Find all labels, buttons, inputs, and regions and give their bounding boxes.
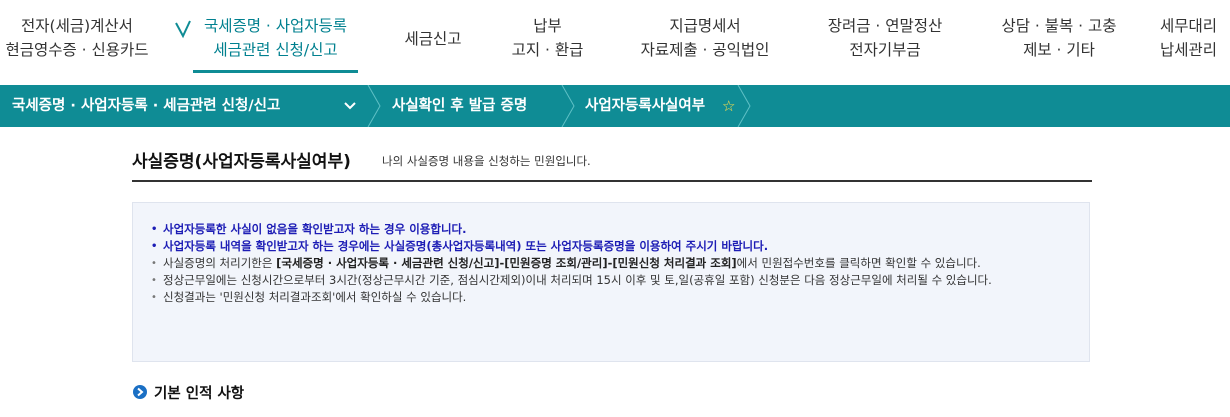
section-arrow-icon	[133, 385, 147, 399]
menu-item-line: 전자(세금)계산서	[21, 17, 133, 35]
menu-item-line: 세금관련 신청/신고	[213, 41, 338, 59]
notice-path: [국세증명 · 사업자등록 · 세금관련 신청/신고]-[민원증명 조회/관리]…	[276, 256, 737, 270]
notice-item: 사업자등록한 사실이 없음을 확인받고자 하는 경우 이용합니다.	[151, 221, 1071, 238]
menu-item-line: 전자기부금	[849, 41, 921, 59]
breadcrumb-item-subcategory[interactable]: 사실확인 후 발급 증명	[392, 85, 527, 127]
menu-item-line: 고지 · 환급	[511, 41, 584, 59]
breadcrumb-separator-icon	[737, 85, 751, 127]
menu-item-line: 제보 · 기타	[1023, 41, 1095, 59]
notice-text: 사실증명의 처리기한은	[163, 256, 277, 270]
notice-box: 사업자등록한 사실이 없음을 확인받고자 하는 경우 이용합니다. 사업자등록 …	[132, 202, 1090, 362]
chevron-down-icon[interactable]	[343, 99, 357, 113]
menu-item-line: 지급명세서	[669, 17, 741, 35]
active-check-icon	[175, 20, 191, 39]
menu-item-line: 국세증명 · 사업자등록	[203, 17, 348, 35]
notice-item: 정상근무일에는 신청시간으로부터 3시간(정상근무시간 기준, 점심시간제외)이…	[151, 272, 1071, 289]
menu-item-tax-return[interactable]: 세금신고	[393, 27, 473, 51]
menu-item-line: 자료제출 · 공익법인	[640, 41, 770, 59]
notice-item: 신청결과는 '민원신청 처리결과조회'에서 확인하실 수 있습니다.	[151, 289, 1071, 306]
menu-item-tax-agent[interactable]: 세무대리 납세관리	[1160, 14, 1230, 62]
menu-item-payment[interactable]: 납부 고지 · 환급	[500, 14, 595, 62]
section-title: 기본 인적 사항	[154, 386, 245, 402]
breadcrumb-item-category[interactable]: 국세증명 · 사업자등록 · 세금관련 신청/신고	[12, 85, 280, 127]
notice-item: 사실증명의 처리기한은 [국세증명 · 사업자등록 · 세금관련 신청/신고]-…	[151, 255, 1071, 272]
breadcrumb-separator-icon	[367, 85, 381, 127]
menu-item-line: 납세관리	[1160, 41, 1218, 59]
menu-item-line: 장려금 · 연말정산	[827, 17, 943, 35]
active-menu-underline	[193, 70, 358, 73]
breadcrumb-item-current: 사업자등록사실여부	[585, 98, 706, 114]
breadcrumb-separator-icon	[561, 85, 575, 127]
menu-item-line: 납부	[533, 17, 562, 35]
menu-item-incentive[interactable]: 장려금 · 연말정산 전자기부금	[805, 14, 965, 62]
page-title: 사실증명(사업자등록사실여부)	[132, 152, 351, 172]
menu-item-certificate-registration[interactable]: 국세증명 · 사업자등록 세금관련 신청/신고	[193, 14, 358, 62]
top-navigation: 전자(세금)계산서 현금영수증 · 신용카드 국세증명 · 사업자등록 세금관련…	[0, 0, 1230, 85]
menu-item-line: 상담 · 불복 · 고충	[1001, 17, 1117, 35]
favorite-star-icon[interactable]: ☆	[722, 97, 735, 115]
menu-item-line: 현금영수증 · 신용카드	[5, 41, 149, 59]
menu-item-e-invoice[interactable]: 전자(세금)계산서 현금영수증 · 신용카드	[0, 14, 164, 62]
menu-item-payment-statement[interactable]: 지급명세서 자료제출 · 공익법인	[625, 14, 785, 62]
notice-text: 에서 민원접수번호를 클릭하면 확인할 수 있습니다.	[736, 256, 981, 270]
notice-item: 사업자등록 내역을 확인받고자 하는 경우에는 사실증명(총사업자등록내역) 또…	[151, 238, 1071, 255]
page-subtitle: 나의 사실증명 내용을 신청하는 민원입니다.	[382, 154, 591, 168]
menu-item-consultation[interactable]: 상담 · 불복 · 고충 제보 · 기타	[980, 14, 1138, 62]
breadcrumb: 국세증명 · 사업자등록 · 세금관련 신청/신고 사실확인 후 발급 증명 사…	[0, 85, 1230, 127]
menu-item-line: 세금신고	[404, 30, 462, 48]
title-divider	[132, 180, 1092, 182]
notice-list: 사업자등록한 사실이 없음을 확인받고자 하는 경우 이용합니다. 사업자등록 …	[151, 221, 1071, 306]
menu-item-line: 세무대리	[1160, 17, 1218, 35]
